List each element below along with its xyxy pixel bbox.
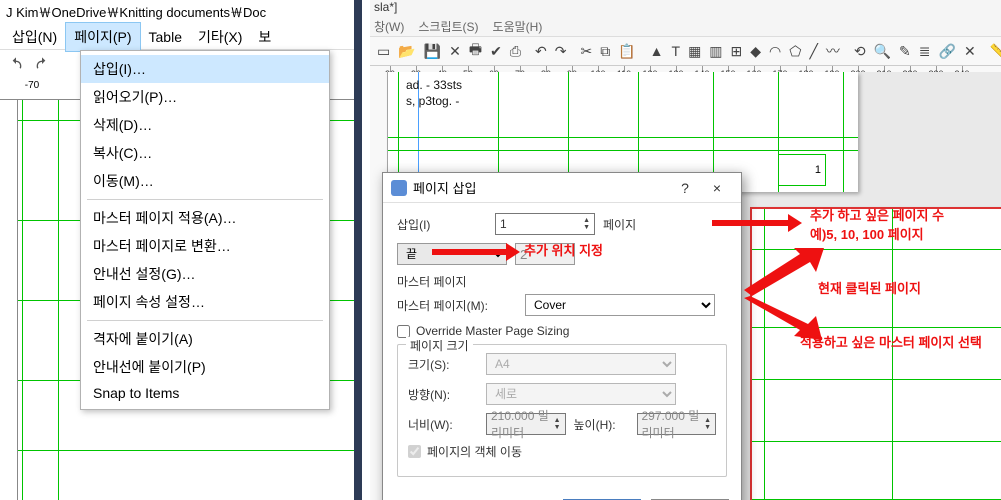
- menu-item[interactable]: 보: [250, 23, 279, 51]
- menu-item[interactable]: 도움말(H): [493, 18, 543, 35]
- move-objects-checkbox: [408, 445, 421, 458]
- menu-item[interactable]: 격자에 붙이기(A): [81, 325, 329, 353]
- doc-title-suffix: sla*]: [370, 0, 1001, 16]
- ruler-tick: -70: [25, 80, 39, 91]
- shape-icon[interactable]: ◆: [749, 40, 762, 62]
- move-objects-label: 페이지의 객체 이동: [427, 443, 522, 460]
- menu-item[interactable]: 페이지(P): [65, 22, 140, 52]
- line-icon[interactable]: ╱: [808, 40, 818, 62]
- menu-item[interactable]: 안내선 설정(G)…: [81, 260, 329, 288]
- sample-text: ad. - 33sts s, p3tog. -: [406, 78, 462, 109]
- size-label: 크기(S):: [408, 356, 478, 373]
- text-icon[interactable]: T: [671, 40, 682, 62]
- annotation-master: 적용하고 싶은 마스터 페이지 선택: [800, 332, 982, 351]
- open-icon[interactable]: 📂: [397, 40, 416, 62]
- print-icon[interactable]: 🖶: [468, 40, 483, 62]
- menu-item[interactable]: 읽어오기(P)…: [81, 83, 329, 111]
- image-icon[interactable]: ▦: [687, 40, 702, 62]
- help-button[interactable]: ?: [669, 177, 701, 199]
- menu-item[interactable]: 마스터 페이지로 변환…: [81, 232, 329, 260]
- annotation-current-page: 현재 클릭된 페이지: [818, 278, 921, 297]
- arrow-to-pagecount: [712, 216, 802, 230]
- polygon-icon[interactable]: ⬠: [788, 40, 802, 62]
- pointer-icon[interactable]: ▲: [649, 40, 665, 62]
- story-editor-icon[interactable]: ≣: [918, 40, 932, 62]
- render-icon[interactable]: ▥: [708, 40, 723, 62]
- override-sizing-label: Override Master Page Sizing: [416, 324, 569, 338]
- page-size-group-label: 페이지 크기: [406, 337, 473, 354]
- link-icon[interactable]: 🔗: [938, 40, 957, 62]
- table-icon[interactable]: ⊞: [730, 40, 744, 62]
- annotation-pagecount: 추가 하고 싶은 페이지 수예)5, 10, 100 페이지: [810, 205, 944, 243]
- page-number-box: 1: [778, 154, 826, 186]
- page-menu-dropdown: 삽입(I)…읽어오기(P)…삭제(D)…복사(C)…이동(M)… 마스터 페이지 …: [80, 50, 330, 410]
- new-icon[interactable]: ▭: [376, 40, 391, 62]
- orientation-select: 세로: [486, 383, 676, 405]
- measure-icon[interactable]: 📏: [989, 40, 1001, 62]
- insert-page-dialog: 페이지 삽입 ? × 삽입(I) 1 ▲▼ 페이지 끝 마스터 페이지: [382, 172, 742, 500]
- menu-item[interactable]: 기타(X): [190, 23, 250, 51]
- menu-item[interactable]: 스크립트(S): [418, 18, 478, 35]
- menu-item[interactable]: 삽입(N): [4, 23, 65, 51]
- insert-label: 삽입(I): [397, 216, 487, 233]
- menu-item[interactable]: 창(W): [374, 18, 404, 35]
- override-sizing-checkbox[interactable]: [397, 325, 410, 338]
- annotation-position: 추가 위치 지정: [524, 240, 603, 259]
- arrow-to-current-page: [744, 248, 824, 298]
- menu-item[interactable]: 복사(C)…: [81, 139, 329, 167]
- menu-item[interactable]: 안내선에 붙이기(P): [81, 353, 329, 381]
- menu-item[interactable]: 삽입(I)…: [81, 55, 329, 83]
- window-title: J Kim￦OneDrive￦Knitting documents￦Doc: [0, 0, 354, 24]
- height-label: 높이(H):: [574, 416, 629, 433]
- check-icon[interactable]: ✔: [489, 40, 503, 62]
- pdf-icon[interactable]: ⎙: [509, 40, 522, 62]
- rotate-icon[interactable]: ⟲: [853, 40, 867, 62]
- undo-icon[interactable]: [6, 54, 26, 74]
- zoom-icon[interactable]: 🔍: [873, 40, 892, 62]
- arc-icon[interactable]: ◠: [768, 40, 782, 62]
- redo-icon[interactable]: ↷: [554, 40, 568, 62]
- menu-item[interactable]: 이동(M)…: [81, 167, 329, 195]
- master-page-label: 마스터 페이지(M):: [397, 297, 517, 314]
- height-spinner: 297.000 밀리미터▲▼: [637, 413, 717, 435]
- close-icon[interactable]: ✕: [448, 40, 462, 62]
- size-select: A4: [486, 353, 676, 375]
- master-section-label: 마스터 페이지: [397, 273, 727, 290]
- save-icon[interactable]: 💾: [423, 40, 442, 62]
- page-suffix-label: 페이지: [603, 216, 636, 233]
- arrow-to-position: [432, 245, 520, 259]
- menu-item[interactable]: Snap to Items: [81, 381, 329, 405]
- menu-separator: [87, 199, 323, 200]
- copy-icon[interactable]: ⧉: [599, 40, 611, 62]
- insert-count-spinner[interactable]: 1 ▲▼: [495, 213, 595, 235]
- bezier-icon[interactable]: 〰: [825, 40, 841, 62]
- dialog-title-text: 페이지 삽입: [413, 178, 476, 197]
- undo-icon[interactable]: ↶: [534, 40, 548, 62]
- menu-item[interactable]: Table: [141, 25, 190, 49]
- right-toolbar: ▭ 📂 💾 ✕ 🖶 ✔ ⎙ ↶ ↷ ✂ ⧉ 📋 ▲ T ▦ ▥ ⊞ ◆ ◠ ⬠ …: [370, 36, 1001, 66]
- master-page-select[interactable]: Cover: [525, 294, 715, 316]
- ruler-vertical: [0, 100, 18, 500]
- width-label: 너비(W):: [408, 416, 478, 433]
- unlink-icon[interactable]: ✕: [963, 40, 977, 62]
- width-spinner: 210.000 밀리미터▲▼: [486, 413, 566, 435]
- menu-item[interactable]: 페이지 속성 설정…: [81, 288, 329, 316]
- paste-icon[interactable]: 📋: [617, 40, 636, 62]
- right-menubar: 창(W) 스크립트(S) 도움말(H): [370, 16, 1001, 36]
- scribus-icon: [391, 180, 407, 196]
- menu-separator: [87, 320, 323, 321]
- redo-icon[interactable]: [32, 54, 52, 74]
- menu-item[interactable]: 마스터 페이지 적용(A)…: [81, 204, 329, 232]
- edit-content-icon[interactable]: ✎: [898, 40, 912, 62]
- dialog-titlebar: 페이지 삽입 ? ×: [383, 173, 741, 203]
- cut-icon[interactable]: ✂: [579, 40, 593, 62]
- close-button[interactable]: ×: [701, 177, 733, 199]
- menubar: 삽입(N)페이지(P)Table기타(X)보: [0, 24, 354, 50]
- orientation-label: 방향(N):: [408, 386, 478, 403]
- menu-item[interactable]: 삭제(D)…: [81, 111, 329, 139]
